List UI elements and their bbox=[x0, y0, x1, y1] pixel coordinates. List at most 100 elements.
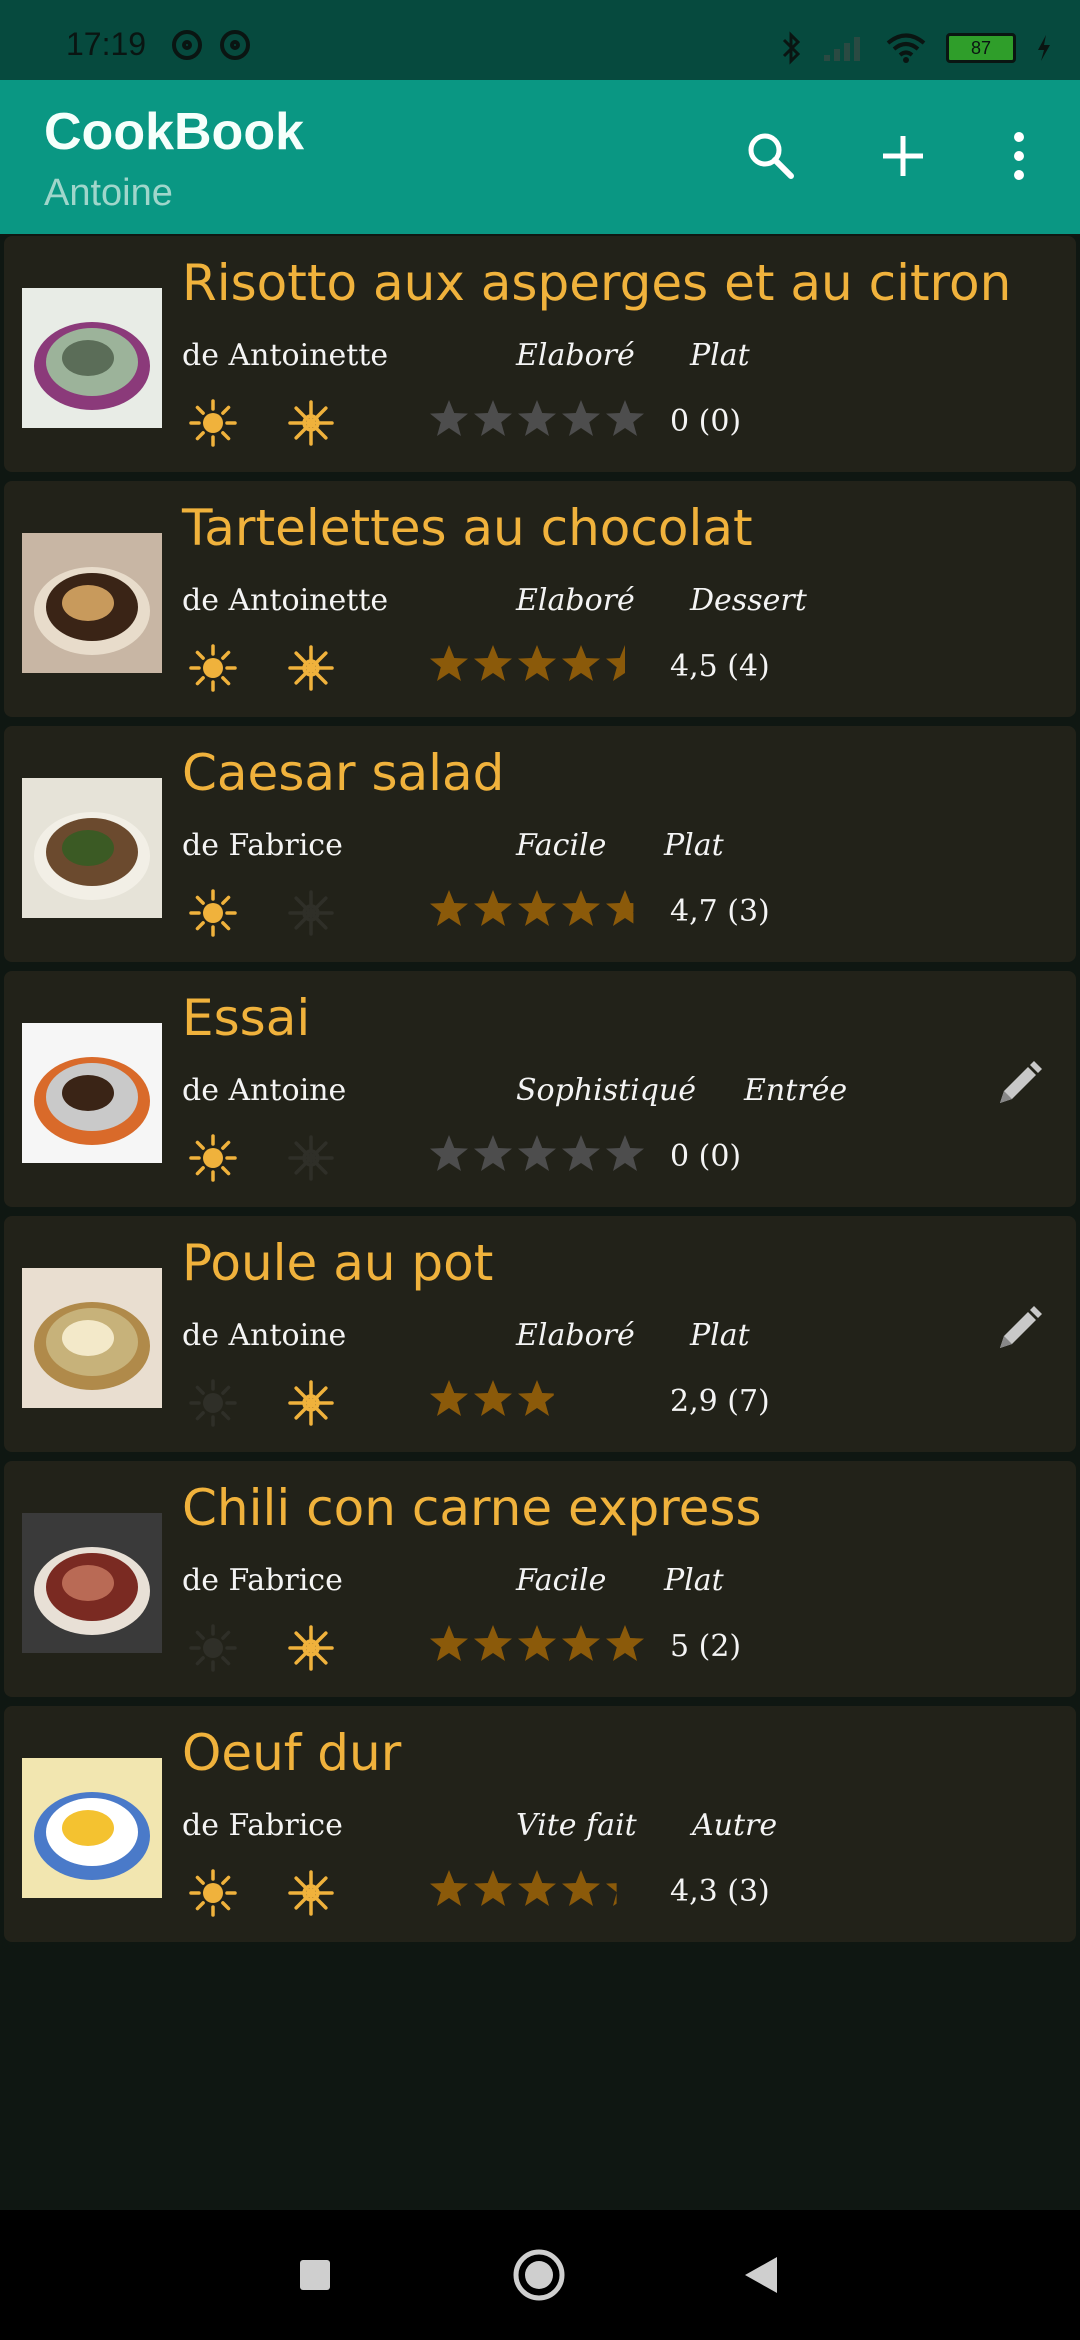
star-icon bbox=[430, 1625, 468, 1661]
egg-photo bbox=[22, 1758, 162, 1898]
recipe-card[interactable]: Caesar salad de Fabrice Facile Plat 4,7 (3) bbox=[4, 726, 1076, 962]
status-icons: 87 bbox=[780, 28, 1052, 68]
winter-snowflake-icon bbox=[288, 890, 334, 936]
star-icon bbox=[430, 890, 468, 926]
recipe-card[interactable]: Poule au pot de Antoine Elaboré Plat 2,9 (7) bbox=[4, 1216, 1076, 1452]
home-button[interactable] bbox=[508, 2244, 570, 2306]
star-icon bbox=[518, 1870, 556, 1906]
star-icon bbox=[430, 1135, 468, 1171]
star-icon bbox=[474, 890, 512, 926]
recipe-title: Oeuf dur bbox=[182, 1724, 402, 1782]
rating-stars bbox=[428, 888, 646, 930]
star-icon bbox=[474, 1625, 512, 1661]
star-icon bbox=[518, 645, 556, 681]
rating-stars bbox=[428, 1623, 646, 1665]
recipe-category: Dessert bbox=[690, 583, 807, 618]
star-icon bbox=[606, 645, 625, 681]
star-icon bbox=[606, 1883, 617, 1906]
summer-sun-icon bbox=[189, 399, 237, 447]
recipe-author: de Fabrice bbox=[182, 1808, 343, 1843]
recents-button[interactable] bbox=[284, 2244, 346, 2306]
recipe-title: Tartelettes au chocolat bbox=[182, 499, 753, 557]
recipe-category: Entrée bbox=[744, 1073, 848, 1108]
rating-stars bbox=[428, 1133, 646, 1175]
square-icon bbox=[300, 2260, 330, 2290]
recipe-author: de Antoinette bbox=[182, 583, 389, 618]
app-title: CookBook bbox=[44, 103, 304, 161]
recipe-difficulty: Vite fait bbox=[516, 1808, 637, 1843]
winter-snowflake-icon bbox=[288, 1380, 334, 1426]
recipe-title: Caesar salad bbox=[182, 744, 505, 802]
recipe-difficulty: Elaboré bbox=[516, 1318, 635, 1353]
recipe-card[interactable]: Tartelettes au chocolat de Antoinette Elab… bbox=[4, 481, 1076, 717]
notification-icon bbox=[220, 30, 250, 60]
rating-text: 2,9 (7) bbox=[670, 1384, 770, 1419]
star-icon bbox=[474, 400, 512, 436]
rating-text: 4,7 (3) bbox=[670, 894, 770, 929]
summer-sun-icon bbox=[189, 1869, 237, 1917]
star-icon bbox=[562, 1625, 600, 1661]
recipe-title: Risotto aux asperges et au citron bbox=[182, 254, 1012, 312]
recipe-card[interactable]: Risotto aux asperges et au citron de Anto… bbox=[4, 236, 1076, 472]
recipe-category: Plat bbox=[664, 828, 724, 863]
recipe-difficulty: Facile bbox=[516, 1563, 607, 1598]
recipe-thumbnail bbox=[22, 1513, 162, 1653]
star-icon bbox=[474, 1380, 512, 1416]
recipe-difficulty: Elaboré bbox=[516, 338, 635, 373]
summer-sun-icon bbox=[189, 1379, 237, 1427]
recipe-author: de Antoine bbox=[182, 1318, 347, 1353]
rating-text: 0 (0) bbox=[670, 1139, 742, 1174]
status-time: 17:19 bbox=[66, 26, 147, 62]
recipe-category: Autre bbox=[692, 1808, 778, 1843]
edit-pencil-icon[interactable] bbox=[992, 1057, 1046, 1111]
winter-snowflake-icon bbox=[288, 645, 334, 691]
star-icon bbox=[474, 1870, 512, 1906]
recipe-card[interactable]: Chili con carne express de Fabrice Facile P… bbox=[4, 1461, 1076, 1697]
star-icon bbox=[518, 1380, 554, 1416]
star-icon bbox=[430, 1380, 468, 1416]
recipe-card[interactable]: Essai de Antoine Sophistiqué Entrée 0 (0) bbox=[4, 971, 1076, 1207]
notification-icon bbox=[172, 30, 202, 60]
recipe-card[interactable]: Oeuf dur de Fabrice Vite fait Autre 4,3 (3) bbox=[4, 1706, 1076, 1942]
summer-sun-icon bbox=[189, 1624, 237, 1672]
salad-photo bbox=[22, 778, 162, 918]
search-icon bbox=[748, 133, 794, 179]
rating-stars bbox=[428, 643, 646, 685]
wifi-icon bbox=[886, 33, 926, 63]
star-icon bbox=[430, 400, 468, 436]
recipe-thumbnail bbox=[22, 778, 162, 918]
recipe-category: Plat bbox=[664, 1563, 724, 1598]
rating-text: 4,5 (4) bbox=[670, 649, 770, 684]
recipe-category: Plat bbox=[690, 338, 750, 373]
plus-icon bbox=[883, 136, 923, 176]
back-button[interactable] bbox=[730, 2244, 792, 2306]
star-icon bbox=[474, 1135, 512, 1171]
navigation-bar bbox=[0, 2210, 1080, 2340]
star-icon bbox=[474, 645, 512, 681]
charging-icon bbox=[1038, 35, 1050, 61]
recipe-thumbnail bbox=[22, 1758, 162, 1898]
winter-snowflake-icon bbox=[288, 1135, 334, 1181]
overflow-menu-button[interactable] bbox=[984, 116, 1054, 196]
tart-photo bbox=[22, 533, 162, 673]
edit-pencil-icon[interactable] bbox=[992, 1302, 1046, 1356]
recipe-author: de Fabrice bbox=[182, 1563, 343, 1598]
recipe-author: de Fabrice bbox=[182, 828, 343, 863]
recipe-difficulty: Facile bbox=[516, 828, 607, 863]
stew-pot-photo bbox=[22, 1023, 162, 1163]
recipe-thumbnail bbox=[22, 1268, 162, 1408]
rating-stars bbox=[428, 1868, 646, 1910]
search-button[interactable] bbox=[736, 116, 806, 196]
add-recipe-button[interactable] bbox=[868, 116, 938, 196]
star-icon bbox=[562, 1870, 600, 1906]
summer-sun-icon bbox=[189, 644, 237, 692]
risotto-photo bbox=[22, 288, 162, 428]
star-icon bbox=[606, 890, 634, 926]
rating-stars bbox=[428, 1378, 558, 1420]
recipe-difficulty: Sophistiqué bbox=[516, 1073, 697, 1108]
summer-sun-icon bbox=[189, 1134, 237, 1182]
star-icon bbox=[518, 1135, 556, 1171]
recipe-title: Chili con carne express bbox=[182, 1479, 762, 1537]
recipe-author: de Antoine bbox=[182, 1073, 347, 1108]
rating-stars bbox=[428, 398, 646, 440]
